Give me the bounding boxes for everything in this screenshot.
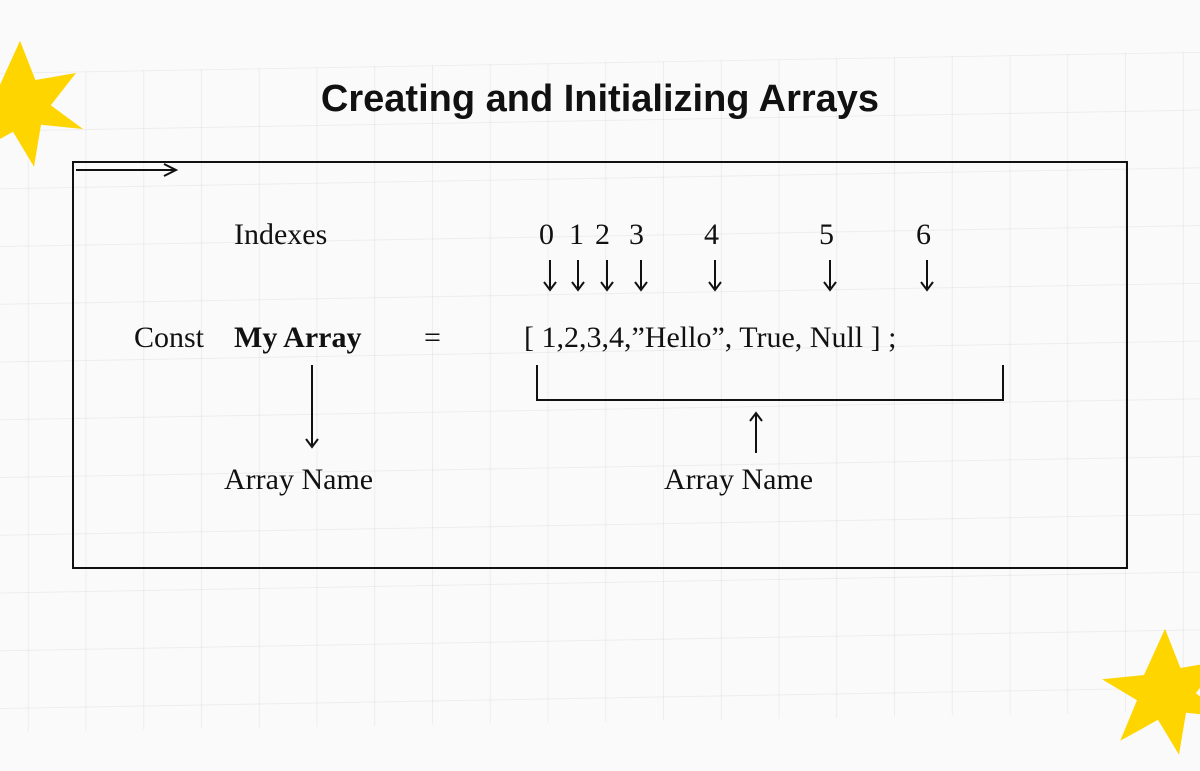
arrow-down-icon <box>570 258 586 296</box>
diagram-panel: Indexes 0 1 2 3 4 5 6 Const My Array = [… <box>72 161 1128 569</box>
const-keyword: Const <box>134 321 204 355</box>
index-value: 2 <box>595 218 610 252</box>
index-value: 6 <box>916 218 931 252</box>
index-value: 4 <box>704 218 719 252</box>
arrow-up-icon <box>748 409 764 455</box>
page-title: Creating and Initializing Arrays <box>0 78 1200 121</box>
arrow-right-icon <box>74 163 184 177</box>
arrow-down-icon <box>919 258 935 296</box>
array-literal: [ 1,2,3,4,”Hello”, True, Null ] ; <box>524 321 896 355</box>
index-value: 3 <box>629 218 644 252</box>
array-name-text: My Array <box>234 321 361 355</box>
arrow-down-icon <box>599 258 615 296</box>
star-icon <box>1095 626 1200 766</box>
indexes-label: Indexes <box>234 218 327 252</box>
index-value: 5 <box>819 218 834 252</box>
arrow-down-icon <box>633 258 649 296</box>
arrow-down-icon <box>822 258 838 296</box>
arrow-down-icon <box>304 363 320 453</box>
content-bracket <box>536 365 1004 401</box>
array-name-label: Array Name <box>224 463 373 497</box>
arrow-down-icon <box>542 258 558 296</box>
equals-sign: = <box>424 321 441 355</box>
index-value: 1 <box>569 218 584 252</box>
array-content-label: Array Name <box>664 463 813 497</box>
arrow-down-icon <box>707 258 723 296</box>
index-value: 0 <box>539 218 554 252</box>
